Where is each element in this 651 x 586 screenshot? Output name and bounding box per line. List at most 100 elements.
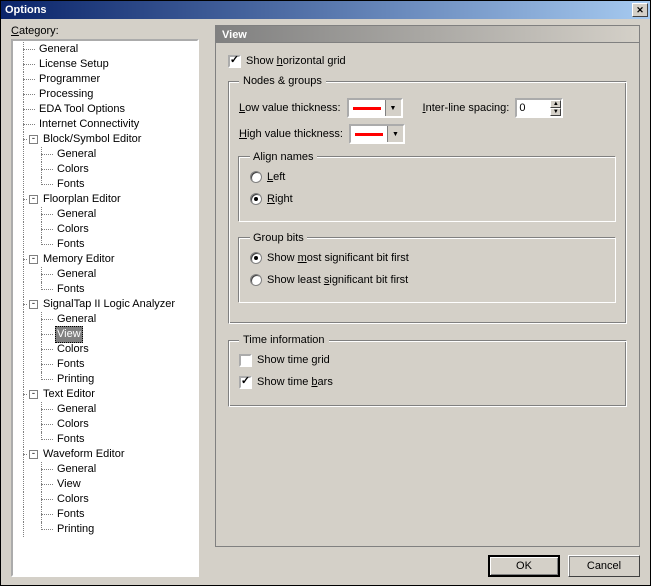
chevron-down-icon[interactable] <box>387 126 403 142</box>
time-bars-row[interactable]: Show time bars <box>239 374 616 390</box>
tree-node-label[interactable]: Fonts <box>55 357 87 372</box>
tree-node-label[interactable]: EDA Tool Options <box>37 102 127 117</box>
tree-item-general[interactable]: General <box>15 42 197 57</box>
align-right-row[interactable]: Right <box>250 191 605 207</box>
tree-item-eda-tool-options[interactable]: EDA Tool Options <box>15 102 197 117</box>
align-left-row[interactable]: Left <box>250 169 605 185</box>
cancel-button[interactable]: Cancel <box>568 555 640 577</box>
tree-item-view[interactable]: View <box>15 327 197 342</box>
tree-node-label[interactable]: Colors <box>55 162 91 177</box>
tree-node-label[interactable]: View <box>55 326 83 343</box>
tree-node-label[interactable]: General <box>37 42 80 57</box>
tree-item-fonts[interactable]: Fonts <box>15 432 197 447</box>
msb-radio[interactable] <box>250 252 262 264</box>
tree-node-label[interactable]: General <box>55 267 98 282</box>
tree-item-colors[interactable]: Colors <box>15 222 197 237</box>
tree-item-general[interactable]: General <box>15 267 197 282</box>
align-left-radio[interactable] <box>250 171 262 183</box>
time-grid-row[interactable]: Show time grid <box>239 352 616 368</box>
tree-item-processing[interactable]: Processing <box>15 87 197 102</box>
show-horizontal-grid-row[interactable]: Show horizontal grid <box>228 53 627 69</box>
tree-item-internet-connectivity[interactable]: Internet Connectivity <box>15 117 197 132</box>
tree-group-block-symbol-editor[interactable]: -Block/Symbol Editor <box>15 132 197 147</box>
tree-item-general[interactable]: General <box>15 402 197 417</box>
tree-node-label[interactable]: View <box>55 477 83 492</box>
nodes-groups-fieldset: Nodes & groups Low value thickness: Inte… <box>228 75 627 324</box>
tree-expander-icon[interactable]: - <box>29 450 38 459</box>
tree-node-label[interactable]: SignalTap II Logic Analyzer <box>41 297 177 312</box>
tree-group-waveform-editor[interactable]: -Waveform Editor <box>15 447 197 462</box>
tree-item-colors[interactable]: Colors <box>15 162 197 177</box>
tree-node-label[interactable]: Colors <box>55 492 91 507</box>
tree-node-label[interactable]: License Setup <box>37 57 111 72</box>
interline-spinner[interactable]: ▲▼ <box>515 98 563 118</box>
low-thickness-combo[interactable] <box>347 98 403 118</box>
high-thickness-combo[interactable] <box>349 124 405 144</box>
tree-node-label[interactable]: Printing <box>55 522 96 537</box>
tree-node-label[interactable]: Floorplan Editor <box>41 192 123 207</box>
tree-node-label[interactable]: Waveform Editor <box>41 447 127 462</box>
tree-node-label[interactable]: Printing <box>55 372 96 387</box>
tree-node-label[interactable]: Internet Connectivity <box>37 117 141 132</box>
tree-node-label[interactable]: Text Editor <box>41 387 97 402</box>
tree-node-label[interactable]: General <box>55 207 98 222</box>
tree-item-view[interactable]: View <box>15 477 197 492</box>
tree-node-label[interactable]: General <box>55 462 98 477</box>
ok-button[interactable]: OK <box>488 555 560 577</box>
spin-up-icon[interactable]: ▲ <box>550 100 561 108</box>
time-bars-checkbox[interactable] <box>239 376 252 389</box>
tree-node-label[interactable]: General <box>55 147 98 162</box>
time-grid-checkbox[interactable] <box>239 354 252 367</box>
category-tree[interactable]: GeneralLicense SetupProgrammerProcessing… <box>13 41 197 575</box>
msb-row[interactable]: Show most significant bit first <box>250 250 605 266</box>
tree-node-label[interactable]: Fonts <box>55 432 87 447</box>
tree-node-label[interactable]: Colors <box>55 222 91 237</box>
tree-node-label[interactable]: Fonts <box>55 237 87 252</box>
tree-item-programmer[interactable]: Programmer <box>15 72 197 87</box>
tree-item-colors[interactable]: Colors <box>15 417 197 432</box>
tree-node-label[interactable]: Colors <box>55 342 91 357</box>
tree-item-fonts[interactable]: Fonts <box>15 357 197 372</box>
tree-node-label[interactable]: Fonts <box>55 282 87 297</box>
show-horizontal-grid-label: Show horizontal grid <box>246 55 346 67</box>
tree-item-general[interactable]: General <box>15 147 197 162</box>
tree-group-floorplan-editor[interactable]: -Floorplan Editor <box>15 192 197 207</box>
tree-expander-icon[interactable]: - <box>29 135 38 144</box>
tree-expander-icon[interactable]: - <box>29 255 38 264</box>
tree-item-colors[interactable]: Colors <box>15 342 197 357</box>
tree-item-general[interactable]: General <box>15 312 197 327</box>
tree-expander-icon[interactable]: - <box>29 390 38 399</box>
tree-expander-icon[interactable]: - <box>29 195 38 204</box>
tree-item-general[interactable]: General <box>15 462 197 477</box>
tree-group-signaltap-ii-logic-analyzer[interactable]: -SignalTap II Logic Analyzer <box>15 297 197 312</box>
tree-node-label[interactable]: General <box>55 312 98 327</box>
tree-node-label[interactable]: Processing <box>37 87 95 102</box>
align-right-radio[interactable] <box>250 193 262 205</box>
spin-down-icon[interactable]: ▼ <box>550 108 561 116</box>
tree-item-general[interactable]: General <box>15 207 197 222</box>
tree-node-label[interactable]: Programmer <box>37 72 102 87</box>
tree-item-colors[interactable]: Colors <box>15 492 197 507</box>
tree-item-printing[interactable]: Printing <box>15 372 197 387</box>
tree-item-fonts[interactable]: Fonts <box>15 282 197 297</box>
tree-item-fonts[interactable]: Fonts <box>15 237 197 252</box>
tree-group-text-editor[interactable]: -Text Editor <box>15 387 197 402</box>
lsb-radio[interactable] <box>250 274 262 286</box>
tree-item-fonts[interactable]: Fonts <box>15 507 197 522</box>
tree-node-label[interactable]: Fonts <box>55 507 87 522</box>
tree-node-label[interactable]: Colors <box>55 417 91 432</box>
tree-expander-icon[interactable]: - <box>29 300 38 309</box>
close-icon[interactable]: ✕ <box>632 3 648 17</box>
interline-input[interactable] <box>517 100 550 116</box>
tree-item-fonts[interactable]: Fonts <box>15 177 197 192</box>
tree-item-printing[interactable]: Printing <box>15 522 197 537</box>
tree-node-label[interactable]: General <box>55 402 98 417</box>
tree-node-label[interactable]: Memory Editor <box>41 252 117 267</box>
tree-item-license-setup[interactable]: License Setup <box>15 57 197 72</box>
show-horizontal-grid-checkbox[interactable] <box>228 55 241 68</box>
tree-node-label[interactable]: Block/Symbol Editor <box>41 132 143 147</box>
lsb-row[interactable]: Show least significant bit first <box>250 272 605 288</box>
tree-group-memory-editor[interactable]: -Memory Editor <box>15 252 197 267</box>
chevron-down-icon[interactable] <box>385 100 401 116</box>
tree-node-label[interactable]: Fonts <box>55 177 87 192</box>
